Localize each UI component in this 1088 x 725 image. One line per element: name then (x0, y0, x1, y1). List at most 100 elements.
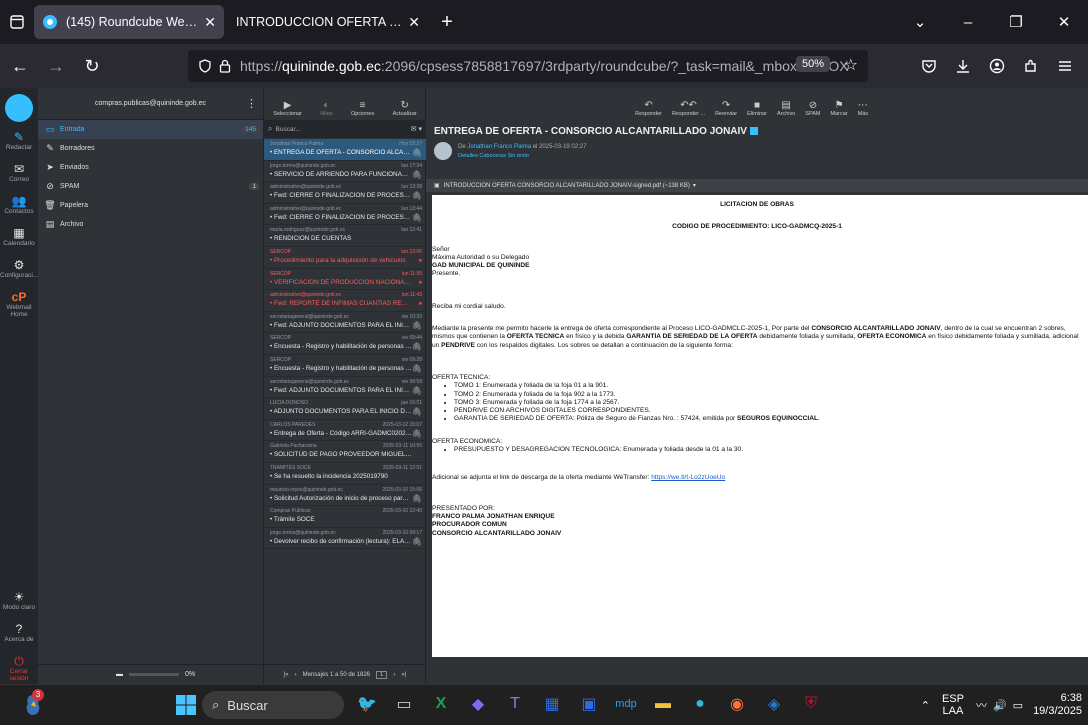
folder-inbox[interactable]: ▭ Entrada 145 (38, 120, 263, 139)
message-row[interactable]: SERCOP vie 09:28 • Encuesta - Registro y h… (264, 355, 426, 377)
close-window-icon[interactable]: ✕ (1040, 13, 1088, 31)
flag-icon[interactable]: ⚑ (418, 301, 423, 308)
message-row[interactable]: secretariageneral@quininde.gob.ec vie 10:… (264, 312, 426, 334)
new-tab-button[interactable]: + (432, 11, 462, 34)
next-page-icon[interactable]: › (393, 672, 395, 678)
close-tab-icon[interactable]: ✕ (408, 14, 420, 31)
bird-app-icon[interactable]: 🐦 (354, 689, 380, 719)
folder-drafts[interactable]: ✎ Borradores (38, 139, 263, 158)
spam-button[interactable]: ⊘ SPAM (805, 100, 820, 117)
list-all-tabs-icon[interactable]: ⌄ (896, 13, 944, 31)
rail-item-mail[interactable]: ✉ Correo (0, 160, 38, 192)
message-row[interactable]: mauricio.reyes@quininde.gob.ec 2025-03-10… (264, 485, 426, 507)
message-row[interactable]: Gabriela Pachacama 2025-03-11 10:55 • SOLI… (264, 441, 426, 463)
tab-list-button[interactable] (0, 0, 34, 44)
roundcube-logo[interactable] (5, 94, 33, 122)
downloads-icon[interactable] (946, 58, 980, 74)
attachment-bar[interactable]: ▣ INTRODUCCION OFERTA CONSORCIO ALCANTAR… (426, 179, 1088, 192)
rail-item-compose[interactable]: ✎ Redactar (0, 128, 38, 160)
rail-item-logout[interactable]: ⏻ Cerrar sesión (0, 652, 38, 684)
options-button[interactable]: ≡ Opciones (351, 100, 374, 117)
extensions-icon[interactable] (1014, 58, 1048, 74)
message-row[interactable]: SERCOP lun 11:55 • VERIFICACIÓN DE PRODUCC… (264, 269, 426, 291)
bookmark-star-icon[interactable]: ☆ (844, 55, 858, 75)
task-view-icon[interactable]: ▭ (391, 689, 417, 719)
threads-button[interactable]: ◐ Hilos (320, 100, 332, 117)
restore-icon[interactable]: ❐ (992, 13, 1040, 31)
mark-button[interactable]: ⚑ Marcar (830, 100, 847, 117)
account-icon[interactable] (980, 58, 1014, 74)
folder-spam[interactable]: ⊘ SPAM 1 (38, 177, 263, 196)
forward-button[interactable]: ↷ Reenviar (715, 100, 737, 117)
rail-item-webmail-home[interactable]: cP Webmail Home (0, 288, 38, 320)
page-input[interactable]: 1 (376, 670, 388, 679)
folder-archive[interactable]: ▤ Archivo (38, 215, 263, 234)
store-icon[interactable]: ▣ (576, 689, 602, 719)
message-row[interactable]: administrativo@quininde.gob.ec lun 13:44 •… (264, 204, 426, 226)
volume-icon[interactable]: 🔊 (993, 699, 1007, 712)
teams-icon[interactable]: T (502, 689, 528, 719)
message-row[interactable]: LUCIA DONOSO jue 16:01 • ADJUNTO DOCUMENTO… (264, 398, 426, 420)
taskbar-search[interactable]: ⌕ Buscar (202, 691, 344, 719)
antivirus-icon[interactable]: ⛨ (798, 689, 824, 719)
pocket-icon[interactable] (912, 58, 946, 74)
reply-button[interactable]: ↶ Responder (635, 100, 662, 117)
select-button[interactable]: ▶ Seleccionar (273, 100, 302, 117)
edge-icon[interactable]: ● (687, 689, 713, 719)
zoom-level-button[interactable]: 50% (795, 56, 830, 72)
app-grid-icon[interactable]: ▦ (539, 689, 565, 719)
message-row[interactable]: jorge.torres@quininde.gob.ec 2025-03-10 0… (264, 528, 426, 550)
message-row[interactable]: administrativo@quininde.gob.ec lun 13:38 •… (264, 182, 426, 204)
rail-item-contacts[interactable]: 👥 Contactos (0, 192, 38, 224)
clock[interactable]: 6:38 19/3/2025 (1033, 692, 1082, 718)
wifi-icon[interactable]: 〰 (976, 697, 987, 713)
message-row[interactable]: Compras Publicas 2025-03-10 12:40 • Trámit… (264, 506, 426, 528)
message-row[interactable]: jorge.torres@quininde.gob.ec lun 17:34 • S… (264, 161, 426, 183)
first-page-icon[interactable]: |« (284, 672, 289, 678)
rail-item-settings[interactable]: ⚙ Configuraci... (0, 256, 38, 288)
search-input[interactable]: ⌕ Buscar... ✉ ▾ (264, 120, 426, 138)
rail-item-light-mode[interactable]: ☀ Modo claro (0, 588, 38, 620)
url-bar[interactable]: https://quininde.gob.ec:2096/cpsess78588… (188, 50, 868, 82)
minimize-icon[interactable]: – (944, 14, 992, 31)
file-explorer-icon[interactable]: ▬ (650, 689, 676, 719)
tab-roundcube[interactable]: (145) Roundcube Webmail :: Ent ✕ (34, 5, 224, 39)
start-button[interactable] (176, 695, 196, 715)
delete-button[interactable]: ■ Eliminar (747, 100, 767, 117)
copilot-icon[interactable]: ◆ (465, 689, 491, 719)
message-row[interactable]: maria.rodriguez@quininde.gob.ec lun 12:41… (264, 225, 426, 247)
battery-icon[interactable]: ▭ (1013, 699, 1023, 712)
search-options-icon[interactable]: ✉ ▾ (411, 125, 422, 133)
refresh-button[interactable]: ↻ Actualizar (393, 100, 417, 117)
header-links[interactable]: Detalles Cabeceras Sin texto (458, 153, 586, 159)
attachment-menu-icon[interactable]: ▾ (693, 182, 696, 189)
close-tab-icon[interactable]: ✕ (204, 14, 216, 31)
message-row[interactable]: secretariageneral@quininde.gob.ec vie 08:… (264, 377, 426, 399)
language-indicator[interactable]: ESP LAA (942, 693, 964, 717)
archive-button[interactable]: ▤ Archivo (777, 100, 795, 117)
sender-name[interactable]: Jonathan Franco Palma (467, 144, 531, 150)
folder-trash[interactable]: 🗑 Papelera (38, 196, 263, 215)
rail-item-calendar[interactable]: ▦ Calendario (0, 224, 38, 256)
tray-overflow-icon[interactable]: ⌃ (921, 699, 930, 712)
folder-sent[interactable]: ➤ Enviados (38, 158, 263, 177)
wetransfer-link[interactable]: https://we.tl/t-Lo2zUoeUo (651, 474, 725, 481)
excel-icon[interactable]: X (428, 689, 454, 719)
mdp-app-icon[interactable]: mdp (613, 689, 639, 719)
flag-icon[interactable]: ⚑ (418, 280, 423, 287)
message-row[interactable]: SERCOP vie 09:44 • Encuesta - Registro y h… (264, 333, 426, 355)
outlook-icon[interactable]: ◈ (761, 689, 787, 719)
reload-button[interactable]: ↻ (76, 50, 108, 82)
folder-actions-icon[interactable]: ⋮ (246, 97, 257, 110)
message-row[interactable]: TRAMITES SOCE 2025-03-11 12:51 • Se ha res… (264, 463, 426, 485)
rail-item-about[interactable]: ? Acerca de (0, 620, 38, 652)
tab-pdf[interactable]: INTRODUCCION OFERTA CONSORC ✕ (228, 5, 428, 39)
message-row[interactable]: administrativo@quininde.gob.ec lun 11:43 •… (264, 290, 426, 312)
flag-icon[interactable]: ⚑ (418, 258, 423, 265)
message-row[interactable]: CARLOS PAREDES 2025-03-12 15:07 • Entrega … (264, 420, 426, 442)
prev-page-icon[interactable]: ‹ (295, 672, 297, 678)
message-row[interactable]: Jonathan Franco Palma Hoy 02:27 • ENTREGA … (264, 139, 426, 161)
forward-button[interactable]: → (40, 50, 72, 82)
firefox-icon[interactable]: ◉ (724, 689, 750, 719)
last-page-icon[interactable]: »| (401, 672, 406, 678)
